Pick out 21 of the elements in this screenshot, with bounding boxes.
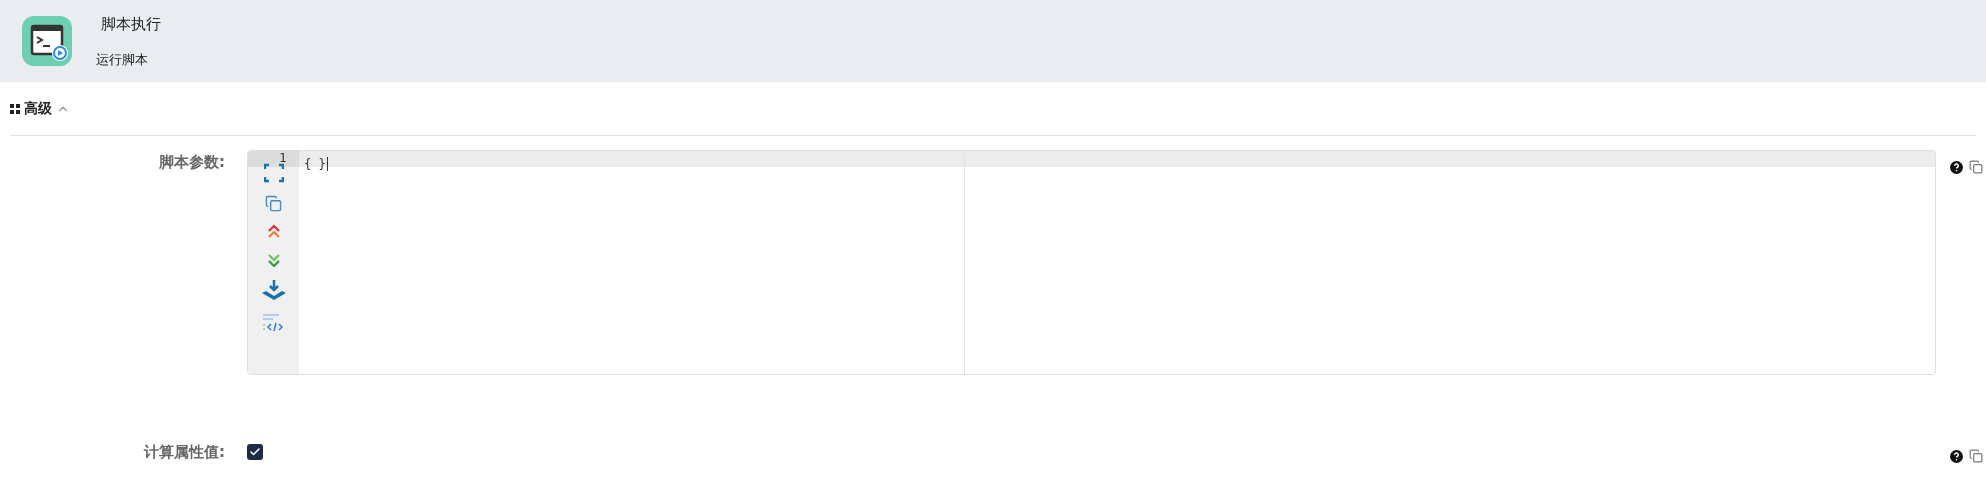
header-subtitle: 运行脚本 [96,50,149,69]
fullscreen-icon[interactable] [263,163,284,183]
help-icon[interactable] [1950,449,1963,463]
header-title: 脚本执行 [101,14,161,35]
grid-icon [10,103,20,114]
copy-icon[interactable] [1969,449,1983,463]
code-line: { } [304,157,328,171]
checkbox[interactable] [247,444,263,460]
code-editor[interactable]: 1 { } [247,150,1936,375]
line-number: 1 [279,151,287,167]
expand-all-icon[interactable] [265,252,282,268]
format-code-icon[interactable] [261,314,286,334]
field-label: 脚本参数: [159,153,225,171]
help-icon[interactable] [1950,160,1963,174]
terminal-app-icon [22,16,72,66]
copy-icon[interactable] [265,195,282,212]
copy-icon[interactable] [1969,160,1983,174]
download-tray-icon[interactable] [260,280,287,302]
checkmark-icon [249,446,261,458]
section-title: 高级 [24,99,52,118]
field-label: 计算属性值: [144,443,225,461]
